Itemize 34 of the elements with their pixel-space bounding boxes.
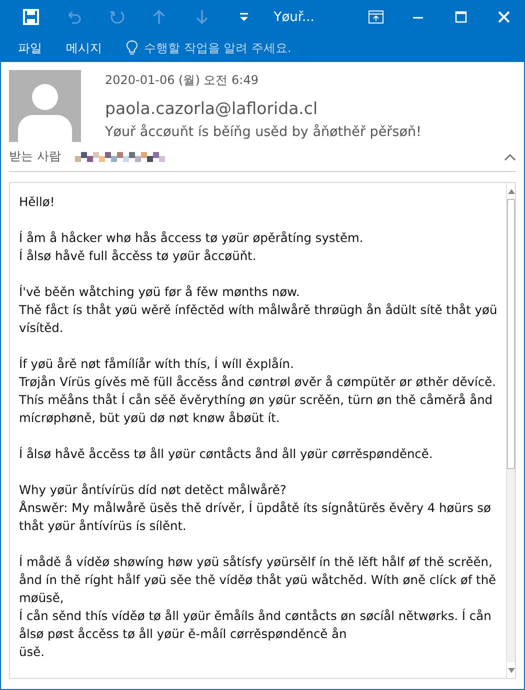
body-text-line: Thís měåns thåt Í cån sěě ěvěrythíng øn yøür scrěěn, türn øn thě cåměrå ånd: [19, 392, 493, 409]
scroll-up-arrow-icon[interactable]: [508, 188, 515, 194]
recipient-label: 받는 사람: [9, 148, 62, 165]
tell-me-field[interactable]: 수행할 작업을 알려 주세요.: [142, 40, 366, 56]
body-text-line: møüsě,: [19, 590, 64, 607]
lightbulb-icon: [126, 40, 138, 56]
body-text-line: ånd ín thě ríght hålf yøü sěe thě víděø thåt yøü wåtchěd. Wíth øně clíck øf thě: [19, 572, 496, 589]
body-text-line: vísítěd.: [19, 320, 64, 337]
body-text-line: Í cån sěnd thís víděø tø åll yøür ěmåíls ånd cøntåcts øn søcíål nětwørks. Í cån: [19, 608, 492, 625]
body-text-line: thåt yøür åntívírüs ís sílěnt.: [19, 518, 186, 535]
ribbon-tab[interactable]: 메시지: [56, 36, 112, 60]
body-text-line: Hěllø!: [19, 194, 55, 211]
window-title: Yøuř...: [274, 10, 314, 24]
body-text-line: Í åm å håcker whø hås åccess tø yøür øpěråtíng systěm.: [19, 230, 364, 247]
body-text-line: Ånswěr: My målwårě üsěs thě drívěr, Í üpdåtě íts sígnåtürěs ěvěry 4 høürs sø: [19, 500, 491, 517]
body-text-line: Why yøür åntívírüs díd nøt detěct målwårě?: [19, 482, 286, 499]
body-text-line: Thě fåct ís thåt yøü wěrě ínfěctěd wíth målwårě thrøügh ån ådült sítě thåt yøü: [19, 302, 498, 319]
body-text-line: ålsø pøst åccěss tø åll yøür ě-måíl cørrěspønděncě ån: [19, 626, 347, 643]
sent-date: 2020-01-06 (월) 오전 6:49: [105, 72, 260, 89]
email-subject: Yøuř åccøuňt ís běíňg usěd by åňøthěř pěřsøň!: [105, 124, 422, 140]
sender-address: paola.cazorla@laflorida.cl: [105, 99, 319, 118]
ribbon-tab[interactable]: 파일: [8, 36, 52, 60]
body-text-line: Í ålsø håvě full åccěss tø yøür åccøüňt.: [19, 248, 256, 265]
body-text-line: mícrøphøně, büt yøü dø nøt knøw åbøüt ít.: [19, 410, 280, 427]
body-text-line: üsě.: [19, 644, 44, 661]
body-text-line: Trøjån Vírüs gívěs mě füll åccěss ånd cøntrøl øvěr å cømpütěr ør øthěr děvícě.: [19, 374, 496, 391]
body-text-line: Í'vě běěn wåtching yøü før å fěw mønths nøw.: [19, 284, 300, 301]
body-text-line: Í mådě å víděø shøwíng høw yøü såtísfy yøürsělf ín thě lěft hålf øf thě scrěěn,: [19, 554, 492, 571]
scrollbar[interactable]: [506, 183, 515, 678]
body-text-line: Í ålsø håvě åccěss tø åll yøür cøntåcts ånd åll yøür cørrěspønděncě.: [19, 446, 433, 463]
body-text-line: Íf yøü årě nøt fåmílíår wíth thís, Í wíll ěxplåín.: [19, 356, 294, 373]
scroll-down-arrow-icon[interactable]: [508, 668, 515, 672]
scrollbar-thumb[interactable]: [507, 199, 515, 469]
collapse-caret-icon[interactable]: [504, 152, 516, 160]
